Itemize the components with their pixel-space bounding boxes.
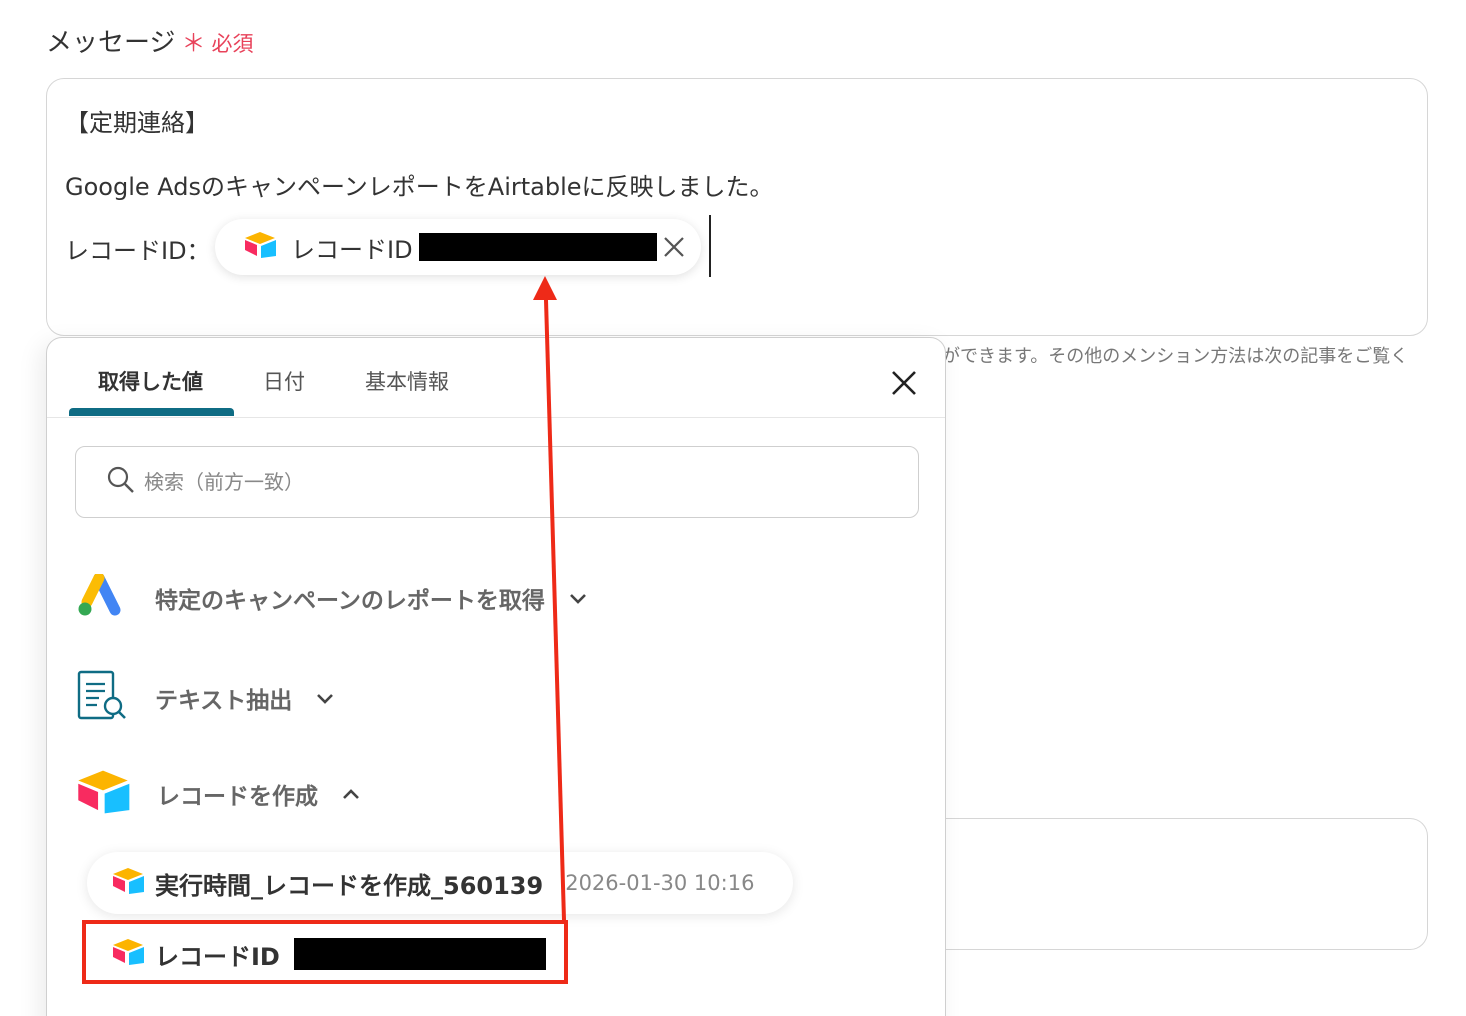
airtable-icon <box>243 231 277 263</box>
group-label: 特定のキャンペーンのレポートを取得 <box>155 588 545 614</box>
list-item[interactable]: 実行時間_レコードを作成_560139 2026-01-30 10:16 <box>87 852 793 914</box>
record-id-label: レコードID： <box>65 237 211 265</box>
airtable-icon <box>75 768 131 820</box>
chip-remove-icon[interactable] <box>661 234 687 260</box>
chevron-down-icon <box>567 587 589 609</box>
message-editor[interactable]: 【定期連絡】 Google Adsのキャンペーンレポートを​Airtableに反… <box>46 78 1428 336</box>
item-value: 2026-01-30 10:16 <box>565 871 755 895</box>
search-field[interactable] <box>75 446 919 518</box>
required-text: 必須 <box>211 32 254 56</box>
text-caret <box>709 215 711 277</box>
group-label: テキスト抽出 <box>155 688 293 714</box>
tab-acquired-values[interactable]: 取得した値 <box>98 366 203 396</box>
airtable-icon <box>111 867 145 899</box>
helper-text: ができます。その他のメンション方法は次の記事をご覧く <box>942 346 1409 367</box>
tab-basic-info[interactable]: 基本情報 <box>365 366 449 396</box>
active-tab-indicator <box>69 408 234 416</box>
message-line-2: Google Adsのキャンペーンレポートを​Airtableに反映しました。 <box>65 173 774 201</box>
group-label: レコードを作成 <box>157 784 318 810</box>
search-icon <box>106 465 136 499</box>
field-label: メッセージ ＊ 必須 <box>46 22 253 59</box>
redacted-value <box>418 233 657 261</box>
annotation-highlight-box <box>82 920 568 984</box>
background-field <box>930 818 1428 950</box>
required-mark: ＊ <box>181 29 206 57</box>
tab-bar: 取得した値 日付 基本情報 <box>47 338 945 418</box>
field-title: メッセージ <box>46 28 176 58</box>
tab-date[interactable]: 日付 <box>263 366 305 396</box>
chip-label: レコードID <box>291 235 413 264</box>
value-picker-popover: 取得した値 日付 基本情報 特定のキャンペーンのレポートを取得 <box>46 337 946 1016</box>
group-create-record[interactable]: レコードを作成 <box>75 768 362 820</box>
group-text-extract[interactable]: テキスト抽出 <box>75 668 336 728</box>
item-name: 実行時間_レコードを作成_560139 <box>155 871 544 900</box>
google-ads-icon <box>75 572 125 622</box>
group-google-ads-report[interactable]: 特定のキャンペーンのレポートを取得 <box>75 572 589 622</box>
chevron-down-icon <box>314 687 336 709</box>
message-line-1: 【定期連絡】 <box>65 109 209 137</box>
search-input[interactable] <box>144 470 844 494</box>
record-id-chip[interactable]: レコードID <box>215 219 701 275</box>
chevron-up-icon <box>340 783 362 805</box>
text-extract-icon <box>75 668 127 728</box>
close-icon[interactable] <box>887 366 921 400</box>
